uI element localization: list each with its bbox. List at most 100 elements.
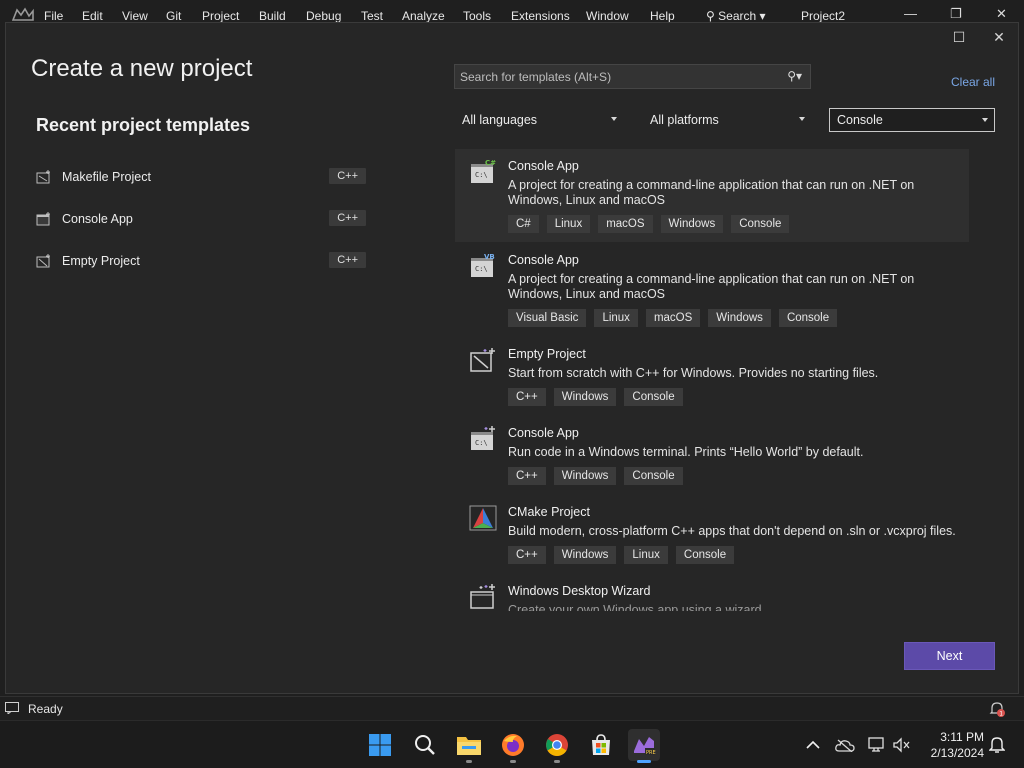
tag-platform: Windows [553, 467, 617, 485]
chevron-down-icon: ▾ [759, 9, 766, 23]
menu-tools[interactable]: Tools [463, 9, 491, 23]
recent-template-label: Makefile Project [62, 170, 151, 184]
csharp-badge: C# [485, 159, 496, 167]
running-indicator [554, 760, 560, 763]
microsoft-store-icon[interactable] [585, 729, 617, 761]
tag-language: C# [508, 215, 539, 233]
clock-time: 3:11 PM [940, 730, 984, 744]
dialog-close-icon[interactable]: ✕ [989, 27, 1009, 47]
file-explorer-icon[interactable] [453, 729, 485, 763]
running-indicator [510, 760, 516, 763]
tag-project-type: Console [675, 546, 735, 564]
tag-project-type: Console [731, 215, 790, 233]
notification-center-icon[interactable] [987, 735, 1007, 755]
vb-badge: VB [484, 253, 495, 261]
network-icon[interactable] [867, 735, 887, 755]
active-indicator [637, 760, 651, 763]
menu-build[interactable]: Build [259, 9, 286, 23]
csharp-console-icon: C:\ C# [471, 159, 496, 183]
svg-text:C:\: C:\ [475, 439, 488, 447]
page-title: Create a new project [31, 55, 253, 82]
visual-studio-logo-icon[interactable] [12, 7, 34, 21]
template-cpp-console-app[interactable]: C:\ Console App Run code in a Windows te… [455, 416, 969, 494]
system-clock[interactable]: 3:11 PM 2/13/2024 [920, 729, 984, 761]
menu-debug[interactable]: Debug [306, 9, 341, 23]
platform-filter-value: All platforms [650, 113, 719, 127]
tag-platform: Linux [546, 215, 591, 233]
onedrive-icon[interactable] [835, 735, 855, 755]
search-icon[interactable]: ⚲▾ [787, 69, 802, 83]
recent-template-makefile[interactable]: Makefile Project C++ [36, 165, 366, 189]
console-app-icon [36, 212, 50, 226]
template-cmake-project[interactable]: CMake Project Build modern, cross-platfo… [455, 495, 969, 573]
tag-project-type: Console [778, 309, 838, 327]
platform-filter-dropdown[interactable]: All platforms [643, 108, 811, 132]
status-bar: Ready 1 [0, 696, 1024, 720]
clear-all-link[interactable]: Clear all [951, 75, 995, 89]
template-list[interactable]: C:\ C# Console App A project for creatin… [455, 149, 970, 611]
menu-project[interactable]: Project [202, 9, 239, 23]
menu-extensions[interactable]: Extensions [511, 9, 570, 23]
template-description: A project for creating a command-line ap… [508, 272, 915, 301]
search-icon[interactable] [409, 729, 441, 761]
close-icon[interactable]: ✕ [996, 6, 1007, 22]
menu-help[interactable]: Help [650, 9, 675, 23]
menu-file[interactable]: File [44, 9, 63, 23]
maximize-icon[interactable]: ☐ [949, 27, 969, 47]
recent-template-empty-project[interactable]: Empty Project C++ [36, 249, 366, 273]
minimize-icon[interactable]: — [904, 6, 917, 21]
running-indicator [466, 760, 472, 763]
template-description: Run code in a Windows terminal. Prints “… [508, 445, 864, 459]
project-type-filter-dropdown[interactable]: Console [829, 108, 995, 132]
next-button[interactable]: Next [904, 642, 995, 670]
chevron-up-icon[interactable] [803, 735, 823, 755]
tag-language: C++ [508, 546, 546, 564]
project-type-filter-value: Console [837, 113, 883, 127]
visual-studio-icon[interactable]: PRE [628, 729, 660, 763]
menu-git[interactable]: Git [166, 9, 181, 23]
svg-text:PRE: PRE [646, 750, 656, 756]
notifications-bell-icon[interactable]: 1 [989, 701, 1005, 717]
tag-project-type: Console [624, 467, 683, 485]
restore-icon[interactable]: ❐ [950, 6, 962, 22]
tag-language: Visual Basic [508, 309, 587, 327]
tag-language: C++ [508, 467, 546, 485]
windows-start-icon[interactable] [364, 729, 396, 761]
magnifier-icon: ⚲ [706, 9, 715, 23]
tag-platform: Linux [594, 309, 638, 327]
template-search-input[interactable] [460, 69, 780, 84]
recent-templates-heading: Recent project templates [36, 115, 251, 135]
menu-analyze[interactable]: Analyze [402, 9, 445, 23]
tag-platform: macOS [645, 309, 701, 327]
language-filter-dropdown[interactable]: All languages [455, 108, 623, 132]
tag-project-type: Console [624, 388, 683, 406]
feature-search-button[interactable]: ⚲ Search ▾ [706, 9, 766, 23]
template-search-box[interactable]: ⚲▾ [454, 64, 811, 89]
tag-platform: Windows [553, 388, 617, 406]
template-name: CMake Project [508, 505, 590, 519]
template-description: Build modern, cross-platform C++ apps th… [508, 524, 956, 538]
menu-window[interactable]: Window [586, 9, 629, 23]
template-description: A project for creating a command-line ap… [508, 178, 915, 207]
volume-muted-icon[interactable] [892, 735, 912, 755]
template-vb-console-app[interactable]: C:\ VB Console App A project for creatin… [455, 243, 969, 336]
svg-text:C:\: C:\ [475, 265, 488, 273]
vb-console-icon: C:\ VB [471, 253, 495, 277]
template-name: Console App [508, 253, 579, 267]
template-tags: C++ Windows Linux Console [508, 546, 735, 564]
taskbar: PRE 3:11 PM 2/13/2024 [0, 720, 1024, 768]
template-cpp-empty-project[interactable]: Empty Project Start from scratch with C+… [455, 337, 969, 415]
notification-count: 1 [999, 710, 1003, 717]
language-badge: C++ [329, 168, 366, 184]
output-status-icon[interactable] [5, 702, 19, 714]
menu-view[interactable]: View [122, 9, 148, 23]
chrome-icon[interactable] [541, 729, 573, 763]
firefox-icon[interactable] [497, 729, 529, 763]
cpp-console-icon: C:\ [471, 426, 495, 450]
recent-template-label: Console App [62, 212, 133, 226]
recent-template-console-app[interactable]: Console App C++ [36, 207, 366, 231]
template-windows-desktop-wizard[interactable]: Windows Desktop Wizard Create your own W… [455, 574, 969, 611]
menu-test[interactable]: Test [361, 9, 383, 23]
menu-edit[interactable]: Edit [82, 9, 103, 23]
template-csharp-console-app[interactable]: C:\ C# Console App A project for creatin… [455, 149, 969, 242]
